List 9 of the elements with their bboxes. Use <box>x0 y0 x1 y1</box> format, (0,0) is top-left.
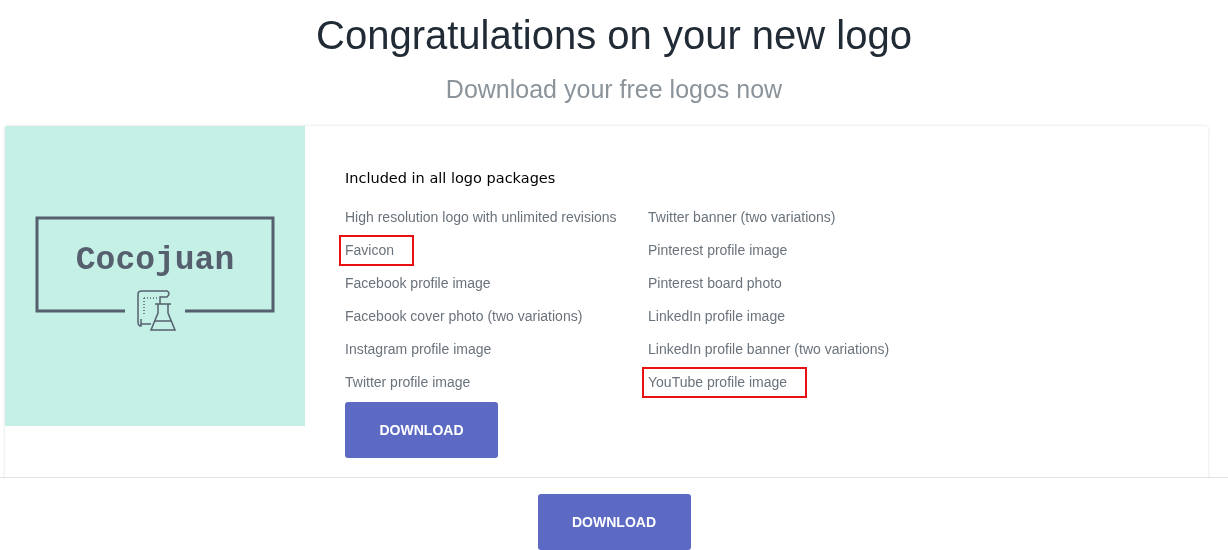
download-button[interactable]: DOWNLOAD <box>345 402 498 458</box>
package-title: Included in all logo packages <box>345 169 557 188</box>
feature-item: YouTube profile image <box>642 367 808 398</box>
logo-wordmark: Cocojuan <box>75 242 235 279</box>
page-subtitle: Download your free logos now <box>444 74 784 104</box>
feature-item: Favicon <box>339 235 415 266</box>
page-title: Congratulations on your new logo <box>315 12 913 58</box>
download-button[interactable]: DOWNLOAD <box>537 494 691 550</box>
scroll-flask-icon <box>137 290 177 331</box>
